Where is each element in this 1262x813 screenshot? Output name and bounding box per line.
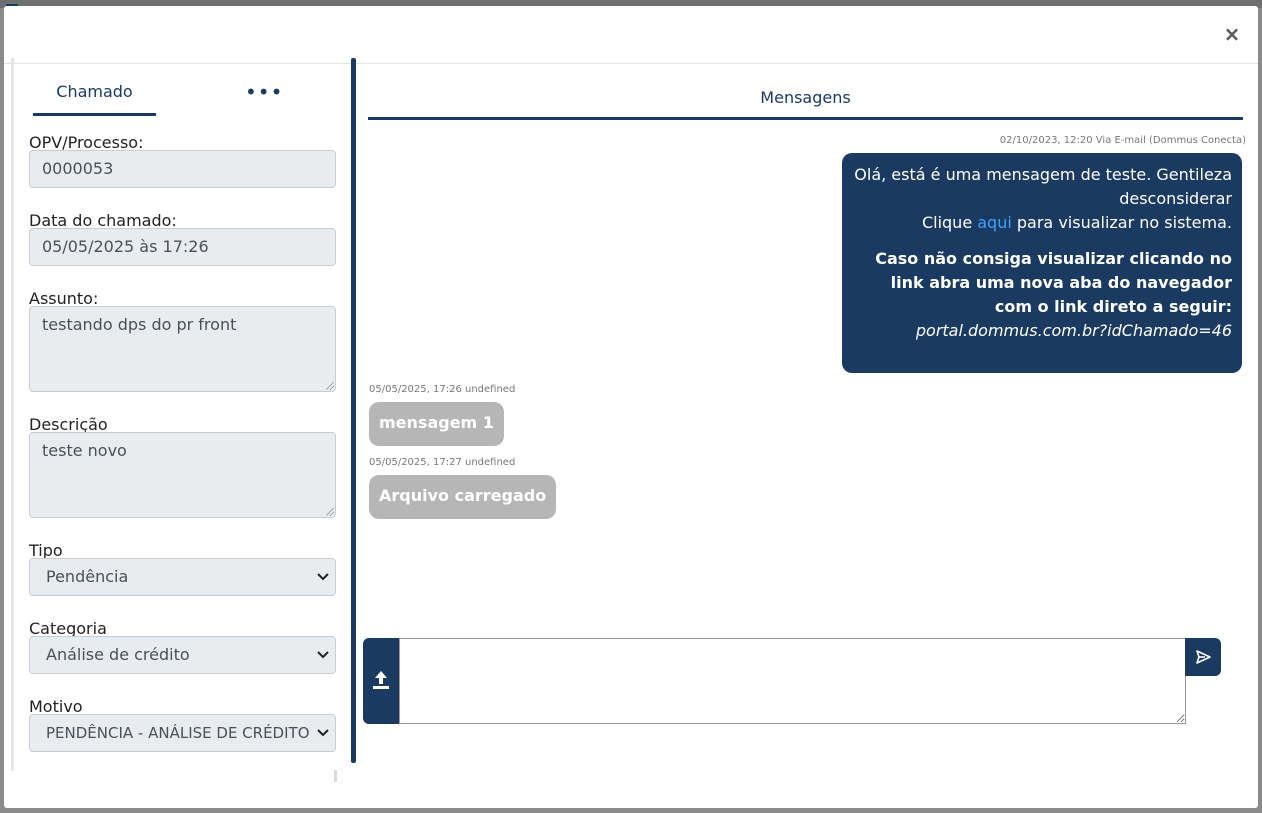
resize-grip-icon[interactable] <box>326 382 334 390</box>
message-click-line: Clique aqui para visualizar no sistema. <box>852 211 1232 235</box>
left-panel-scrollbar[interactable] <box>351 58 356 763</box>
message-text: Caso não consiga visualizar clicando no … <box>875 249 1232 316</box>
send-icon <box>1196 650 1211 664</box>
close-icon[interactable]: × <box>1222 22 1242 46</box>
message-meta: 05/05/2025, 17:27 undefined <box>369 457 516 468</box>
left-tabs: Chamado ••• <box>33 76 353 116</box>
message-text: Clique <box>921 213 978 232</box>
message-input[interactable] <box>399 638 1186 724</box>
message-text: Olá, está é uma mensagem de teste. Genti… <box>854 165 1232 208</box>
scrollbar-track <box>334 770 337 782</box>
data-chamado-field[interactable]: 05/05/2025 às 17:26 <box>29 228 336 266</box>
outgoing-message: Olá, está é uma mensagem de teste. Genti… <box>842 153 1242 373</box>
motivo-select[interactable]: PENDÊNCIA - ANÁLISE DE CRÉDITO <box>29 714 336 752</box>
modal-header: × <box>4 6 1258 64</box>
resize-grip-icon[interactable] <box>326 508 334 516</box>
send-button[interactable] <box>1185 638 1221 676</box>
tab-chamado[interactable]: Chamado <box>33 76 156 116</box>
motivo-selected-value: PENDÊNCIA - ANÁLISE DE CRÉDITO <box>46 724 310 742</box>
mensagens-title: Mensagens <box>368 84 1243 120</box>
categoria-selected-value: Análise de crédito <box>46 645 190 664</box>
message-meta: 05/05/2025, 17:26 undefined <box>369 384 516 395</box>
assunto-textarea[interactable]: testando dps do pr front <box>29 306 336 392</box>
chevron-down-icon <box>317 637 329 673</box>
assunto-value: testando dps do pr front <box>42 315 237 334</box>
descricao-value: teste novo <box>42 441 127 460</box>
upload-button[interactable] <box>363 638 399 724</box>
message-text: para visualizar no sistema. <box>1011 213 1232 232</box>
incoming-message: Arquivo carregado <box>369 475 557 519</box>
upload-icon <box>373 671 389 689</box>
message-meta: 02/10/2023, 12:20 Via E-mail (Dommus Con… <box>999 135 1246 146</box>
opv-field[interactable]: 0000053 <box>29 150 336 188</box>
descricao-textarea[interactable]: teste novo <box>29 432 336 518</box>
tipo-selected-value: Pendência <box>46 567 129 586</box>
aqui-link[interactable]: aqui <box>977 213 1012 232</box>
chevron-down-icon <box>317 715 329 751</box>
categoria-select[interactable]: Análise de crédito <box>29 636 336 674</box>
incoming-message: mensagem 1 <box>369 402 504 446</box>
message-url[interactable]: portal.dommus.com.br?idChamado=46 <box>916 321 1232 340</box>
more-options-icon[interactable]: ••• <box>245 78 282 110</box>
chevron-down-icon <box>317 559 329 595</box>
tipo-select[interactable]: Pendência <box>29 558 336 596</box>
message-instructions: Caso não consiga visualizar clicando no … <box>852 247 1232 343</box>
